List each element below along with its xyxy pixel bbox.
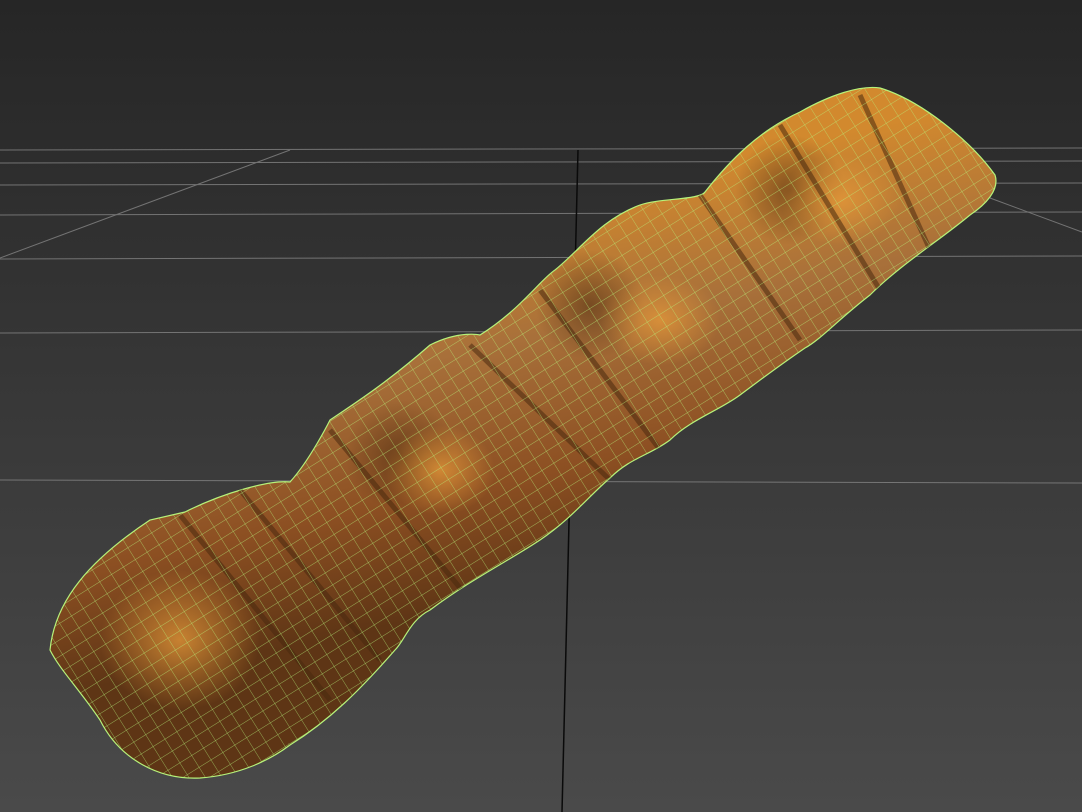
3d-viewport[interactable] xyxy=(0,0,1082,812)
viewport-canvas[interactable] xyxy=(0,0,1082,812)
